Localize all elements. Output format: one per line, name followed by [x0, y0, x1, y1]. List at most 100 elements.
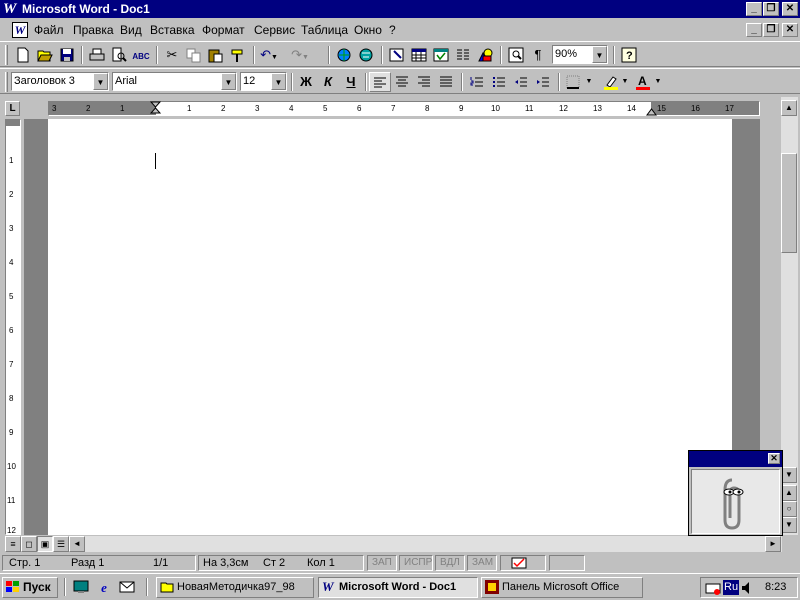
- print-icon[interactable]: [86, 45, 108, 65]
- previous-page-button[interactable]: ▲: [781, 485, 797, 501]
- tables-borders-icon[interactable]: [386, 45, 408, 65]
- web-toolbar-icon[interactable]: [355, 45, 377, 65]
- task-word[interactable]: W Microsoft Word - Doc1: [318, 577, 478, 598]
- normal-view-icon[interactable]: ≡: [5, 536, 21, 552]
- title-bar[interactable]: W Microsoft Word - Doc1 _ ❐ ✕: [0, 0, 800, 18]
- highlight-icon[interactable]: [600, 72, 622, 92]
- document-icon[interactable]: W: [12, 22, 28, 38]
- insert-excel-icon[interactable]: [430, 45, 452, 65]
- clippy-icon[interactable]: [692, 470, 778, 532]
- status-ovr[interactable]: ЗАМ: [467, 555, 497, 571]
- doc-restore-button[interactable]: ❐: [763, 23, 779, 37]
- zoom-combo[interactable]: 90% ▼: [552, 45, 608, 64]
- language-indicator[interactable]: Ru: [723, 580, 740, 595]
- numbered-list-icon[interactable]: [466, 72, 488, 92]
- format-painter-icon[interactable]: [227, 45, 249, 65]
- status-cursor-panel[interactable]: На 3,3см Ст 2 Кол 1: [198, 555, 364, 571]
- spelling-icon[interactable]: ABC: [130, 45, 152, 65]
- new-document-icon[interactable]: [12, 45, 34, 65]
- chevron-down-icon[interactable]: ▼: [221, 73, 236, 90]
- menu-insert[interactable]: Вставка: [150, 23, 195, 37]
- task-office-panel[interactable]: Панель Microsoft Office: [481, 577, 643, 598]
- bold-button[interactable]: Ж: [295, 72, 317, 92]
- word-app-icon[interactable]: W: [3, 1, 19, 17]
- menu-file[interactable]: Файл: [34, 23, 64, 37]
- justify-icon[interactable]: [435, 72, 457, 92]
- redo-icon[interactable]: ↷▼: [289, 45, 311, 65]
- show-formatting-icon[interactable]: ¶: [527, 45, 549, 65]
- close-icon[interactable]: ✕: [768, 453, 780, 464]
- style-combo[interactable]: Заголовок 3 ▼: [11, 72, 109, 91]
- task-folder[interactable]: НоваяМетодичка97_98: [156, 577, 314, 598]
- status-trk[interactable]: ИСПР: [399, 555, 433, 571]
- menu-window[interactable]: Окно: [354, 23, 382, 37]
- spelling-status-icon[interactable]: [500, 555, 546, 571]
- scroll-up-button[interactable]: ▲: [781, 100, 797, 116]
- help-icon[interactable]: ?: [618, 45, 640, 65]
- scroll-down-button[interactable]: ▼: [781, 467, 797, 483]
- tab-stop-selector[interactable]: L: [5, 101, 20, 116]
- speaker-icon[interactable]: [741, 580, 751, 596]
- internet-explorer-icon[interactable]: e: [95, 579, 113, 597]
- outline-view-icon[interactable]: ☰: [53, 536, 69, 552]
- close-button[interactable]: ✕: [782, 2, 798, 16]
- assistant-header[interactable]: ✕: [689, 451, 782, 467]
- start-button[interactable]: Пуск: [2, 577, 58, 598]
- next-page-button[interactable]: ▼: [781, 517, 797, 533]
- print-preview-icon[interactable]: [108, 45, 130, 65]
- doc-close-button[interactable]: ✕: [782, 23, 798, 37]
- borders-icon[interactable]: [562, 72, 584, 92]
- chevron-down-icon[interactable]: ▼: [584, 72, 594, 92]
- assistant-body[interactable]: [691, 469, 780, 534]
- horizontal-scrollbar[interactable]: ≡ ◻ ▣ ☰ ◄ ►: [5, 536, 782, 552]
- vertical-scrollbar[interactable]: ▲ ▼ ▲ ○ ▼: [781, 97, 798, 535]
- status-ext[interactable]: ВДЛ: [435, 555, 465, 571]
- clock[interactable]: 8:23: [765, 578, 786, 597]
- paste-icon[interactable]: [205, 45, 227, 65]
- font-combo[interactable]: Arial ▼: [112, 72, 237, 91]
- align-right-icon[interactable]: [413, 72, 435, 92]
- copy-icon[interactable]: [183, 45, 205, 65]
- save-icon[interactable]: [56, 45, 78, 65]
- align-center-icon[interactable]: [391, 72, 413, 92]
- open-folder-icon[interactable]: [34, 45, 56, 65]
- vertical-ruler[interactable]: 1 2 3 4 5 6 7 8 9 10 11 12: [5, 119, 21, 535]
- undo-icon[interactable]: ↶▼: [258, 45, 280, 65]
- doc-minimize-button[interactable]: _: [746, 23, 762, 37]
- drawing-icon[interactable]: [474, 45, 496, 65]
- outlook-express-icon[interactable]: [118, 579, 136, 597]
- menu-format[interactable]: Формат: [202, 23, 245, 37]
- font-color-icon[interactable]: A: [632, 72, 654, 92]
- chevron-down-icon[interactable]: ▼: [93, 73, 108, 90]
- menu-help[interactable]: ?: [389, 23, 396, 37]
- right-indent-marker[interactable]: [646, 107, 658, 117]
- font-size-combo[interactable]: 12 ▼: [240, 72, 287, 91]
- align-left-icon[interactable]: [369, 72, 391, 92]
- underline-button[interactable]: Ч: [340, 72, 362, 92]
- menu-tools[interactable]: Сервис: [254, 23, 295, 37]
- menu-view[interactable]: Вид: [120, 23, 142, 37]
- restore-button[interactable]: ❐: [763, 2, 779, 16]
- italic-button[interactable]: К: [317, 72, 339, 92]
- increase-indent-icon[interactable]: [532, 72, 554, 92]
- columns-icon[interactable]: [452, 45, 474, 65]
- insert-hyperlink-icon[interactable]: [333, 45, 355, 65]
- bullet-list-icon[interactable]: [488, 72, 510, 92]
- status-position-panel[interactable]: Стр. 1 Разд 1 1/1: [2, 555, 196, 571]
- online-layout-icon[interactable]: ◻: [21, 536, 37, 552]
- cut-icon[interactable]: ✂: [161, 45, 183, 65]
- menu-table[interactable]: Таблица: [301, 23, 348, 37]
- decrease-indent-icon[interactable]: [510, 72, 532, 92]
- toolbar-grip[interactable]: [5, 72, 8, 92]
- browse-object-button[interactable]: ○: [781, 501, 797, 517]
- toolbar-grip[interactable]: [5, 45, 8, 65]
- status-rec[interactable]: ЗАП: [367, 555, 397, 571]
- chevron-down-icon[interactable]: ▼: [620, 72, 630, 92]
- desktop-icon[interactable]: [72, 579, 90, 597]
- chevron-down-icon[interactable]: ▼: [653, 72, 663, 92]
- document-page[interactable]: [48, 119, 732, 535]
- document-map-icon[interactable]: [505, 45, 527, 65]
- minimize-button[interactable]: _: [746, 2, 762, 16]
- scroll-left-button[interactable]: ◄: [69, 536, 85, 552]
- indent-marker[interactable]: [150, 101, 162, 121]
